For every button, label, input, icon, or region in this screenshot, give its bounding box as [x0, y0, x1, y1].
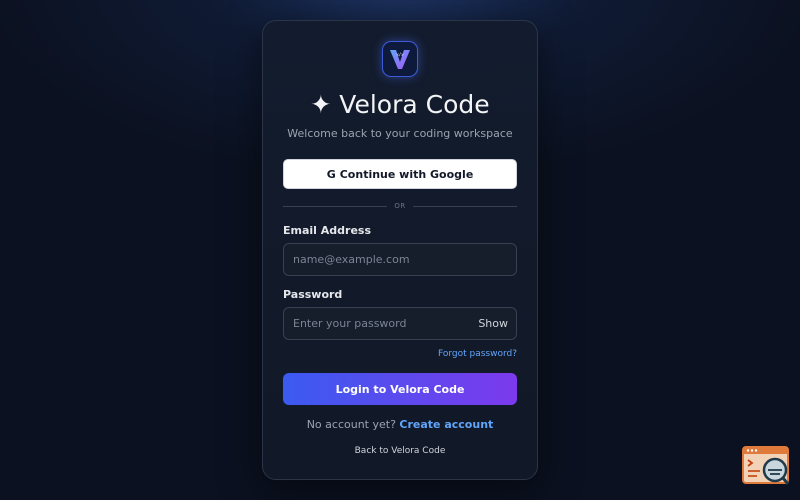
login-button[interactable]: Login to Velora Code: [283, 373, 517, 405]
or-divider: OR: [283, 201, 517, 211]
google-icon: G: [326, 167, 336, 181]
password-field-wrapper: Show: [283, 307, 517, 340]
email-field[interactable]: [284, 244, 516, 275]
email-field-wrapper: [283, 243, 517, 276]
welcome-subtitle: Welcome back to your coding workspace: [287, 127, 513, 140]
google-button-label: Continue with Google: [339, 167, 474, 181]
forgot-password-link[interactable]: Forgot password?: [438, 349, 517, 359]
terminal-search-icon: [742, 446, 790, 485]
velora-v-logo-icon: </>: [390, 50, 410, 69]
google-signin-button[interactable]: G Continue with Google: [283, 159, 517, 189]
show-password-toggle[interactable]: Show: [478, 317, 508, 330]
no-account-text: No account yet?: [306, 418, 396, 431]
login-card: </> ✦ Velora Code Welcome back to your c…: [262, 20, 538, 480]
svg-text:</>: </>: [396, 52, 404, 57]
velora-logo: </>: [382, 41, 418, 77]
page-title: ✦ Velora Code: [263, 89, 537, 121]
back-link[interactable]: Back to Velora Code: [263, 446, 537, 456]
app-name: Velora Code: [339, 90, 490, 119]
signup-prompt: No account yet? Create account: [263, 418, 537, 431]
divider-line-right: [413, 206, 517, 207]
corner-widget[interactable]: [742, 446, 790, 486]
email-label: Email Address: [283, 224, 372, 237]
password-label: Password: [283, 288, 343, 301]
sparkle-icon: ✦: [310, 90, 332, 119]
create-account-link[interactable]: Create account: [399, 418, 493, 431]
